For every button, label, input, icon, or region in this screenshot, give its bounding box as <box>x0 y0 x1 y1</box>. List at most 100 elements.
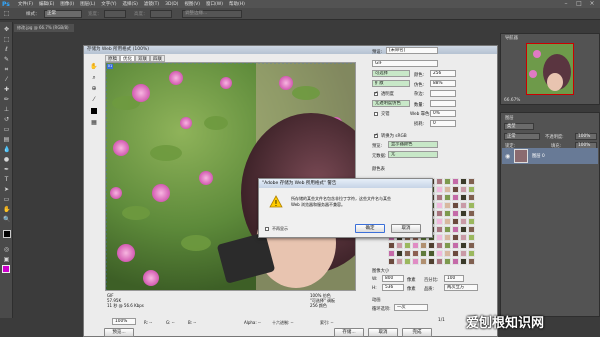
color-table-swatch[interactable] <box>460 178 467 185</box>
menu-filter[interactable]: 滤镜(T) <box>144 1 159 7</box>
hand-tool-icon[interactable]: ✋ <box>3 206 10 213</box>
interlaced-checkbox[interactable] <box>374 112 378 116</box>
menu-edit[interactable]: 编辑(E) <box>39 1 54 7</box>
done-button[interactable]: 完成 <box>402 328 432 337</box>
quality-select[interactable]: 两次立方 <box>444 284 478 291</box>
color-table-swatch[interactable] <box>436 258 443 265</box>
maximize-icon[interactable]: □ <box>573 0 585 8</box>
visibility-eye-icon[interactable]: ◉ <box>505 153 510 160</box>
color-table-swatch[interactable] <box>452 250 459 257</box>
color-table-swatch[interactable] <box>436 218 443 225</box>
color-table-swatch[interactable] <box>468 250 475 257</box>
healing-brush-icon[interactable]: ✚ <box>3 86 10 93</box>
dont-show-again-checkbox[interactable] <box>265 227 269 231</box>
dither-algorithm-select[interactable]: 扩散 <box>372 80 410 87</box>
dither-input[interactable]: 88% <box>430 80 456 87</box>
color-table-swatch[interactable] <box>428 242 435 249</box>
color-table-swatch[interactable] <box>436 186 443 193</box>
color-table-swatch[interactable] <box>436 234 443 241</box>
loop-select[interactable]: 一次 <box>394 304 428 311</box>
convert-srgb-checkbox[interactable] <box>374 132 379 138</box>
color-table-swatch[interactable] <box>452 202 459 209</box>
menu-file[interactable]: 文件(F) <box>18 1 33 7</box>
color-table-swatch[interactable] <box>444 218 451 225</box>
color-table-swatch[interactable] <box>460 186 467 193</box>
navigator-tab[interactable]: 导航器 <box>505 35 518 41</box>
crop-tool-icon[interactable]: ⌗ <box>3 66 10 73</box>
color-table-swatch[interactable] <box>460 250 467 257</box>
eyedropper-icon[interactable]: ⁄ <box>89 95 99 104</box>
transparency-checkbox[interactable] <box>374 90 379 96</box>
color-table-swatch[interactable] <box>412 250 419 257</box>
color-table-swatch[interactable] <box>412 242 419 249</box>
color-table-swatch[interactable] <box>452 234 459 241</box>
color-table-swatch[interactable] <box>468 234 475 241</box>
navigator-thumbnail[interactable] <box>526 43 574 95</box>
color-table-swatch[interactable] <box>420 250 427 257</box>
height-input[interactable] <box>150 10 172 18</box>
quick-mask-icon[interactable]: ◎ <box>3 246 10 253</box>
color-table-swatch[interactable] <box>468 242 475 249</box>
color-table-swatch[interactable] <box>396 250 403 257</box>
color-table-swatch[interactable] <box>420 242 427 249</box>
color-table-swatch[interactable] <box>460 226 467 233</box>
color-table-swatch[interactable] <box>452 210 459 217</box>
menu-layer[interactable]: 图层(L) <box>80 1 95 7</box>
color-table-swatch[interactable] <box>452 178 459 185</box>
menu-3d[interactable]: 3D(D) <box>165 2 178 7</box>
color-table-swatch[interactable] <box>460 202 467 209</box>
color-table-swatch[interactable] <box>444 234 451 241</box>
color-table-swatch[interactable] <box>452 218 459 225</box>
brush-tool-icon[interactable]: ✏ <box>3 96 10 103</box>
layer-filter-select[interactable]: 类型 <box>504 123 534 130</box>
menu-select[interactable]: 选择(S) <box>122 1 137 7</box>
blur-tool-icon[interactable]: 💧 <box>3 146 10 153</box>
color-table-swatch[interactable] <box>428 258 435 265</box>
color-table-swatch[interactable] <box>436 250 443 257</box>
color-table-swatch[interactable] <box>452 186 459 193</box>
color-table-swatch[interactable] <box>420 258 427 265</box>
color-table-swatch[interactable] <box>388 258 395 265</box>
width-input[interactable] <box>104 10 126 18</box>
color-table-swatch[interactable] <box>460 234 467 241</box>
reduction-select[interactable]: 可选择 <box>372 70 410 77</box>
color-table-swatch[interactable] <box>444 194 451 201</box>
screen-mode-icon[interactable]: ▣ <box>3 256 10 263</box>
alert-cancel-button[interactable]: 取消 <box>391 224 421 233</box>
color-table-swatch[interactable] <box>444 202 451 209</box>
lossy-input[interactable]: 0 <box>430 120 456 127</box>
foreground-color-swatch[interactable] <box>3 230 11 238</box>
document-tab[interactable]: 修改.jpg @ 66.7% (RGB/8) <box>14 24 74 32</box>
close-icon[interactable]: × <box>586 0 598 8</box>
blend-mode-select[interactable]: 正常 <box>504 133 540 140</box>
color-table-swatch[interactable] <box>460 218 467 225</box>
colors-select[interactable]: 256 <box>430 70 456 77</box>
minimize-icon[interactable]: – <box>560 0 572 8</box>
color-table-swatch[interactable] <box>468 202 475 209</box>
color-table-swatch[interactable] <box>444 210 451 217</box>
zoom-tool-icon[interactable]: ⊕ <box>89 84 99 93</box>
quick-select-icon[interactable]: ✎ <box>3 56 10 63</box>
color-table-swatch[interactable] <box>468 210 475 217</box>
menu-window[interactable]: 窗口(W) <box>206 1 223 7</box>
refine-edge-button[interactable]: 调整边缘... <box>182 10 242 18</box>
color-table-swatch[interactable] <box>436 202 443 209</box>
color-table-swatch[interactable] <box>468 194 475 201</box>
color-table-swatch[interactable] <box>452 242 459 249</box>
menu-help[interactable]: 帮助(H) <box>229 1 245 7</box>
zoom-select[interactable]: 100% <box>112 318 136 325</box>
slice-select-icon[interactable]: ⌕ <box>89 73 99 82</box>
color-table-swatch[interactable] <box>460 258 467 265</box>
hand-tool-icon[interactable]: ✋ <box>89 62 99 71</box>
color-table-swatch[interactable] <box>436 242 443 249</box>
color-table-swatch[interactable] <box>436 210 443 217</box>
clone-stamp-icon[interactable]: ⊥ <box>3 106 10 113</box>
width-input[interactable]: 800 <box>382 275 404 282</box>
color-table-swatch[interactable] <box>388 242 395 249</box>
zoom-tool-icon[interactable]: 🔍 <box>3 216 10 223</box>
lasso-tool-icon[interactable]: ℓ <box>3 46 10 53</box>
menu-image[interactable]: 图像(I) <box>60 1 74 7</box>
color-table-swatch[interactable] <box>412 258 419 265</box>
history-brush-icon[interactable]: ↺ <box>3 116 10 123</box>
path-select-icon[interactable]: ➤ <box>3 186 10 193</box>
